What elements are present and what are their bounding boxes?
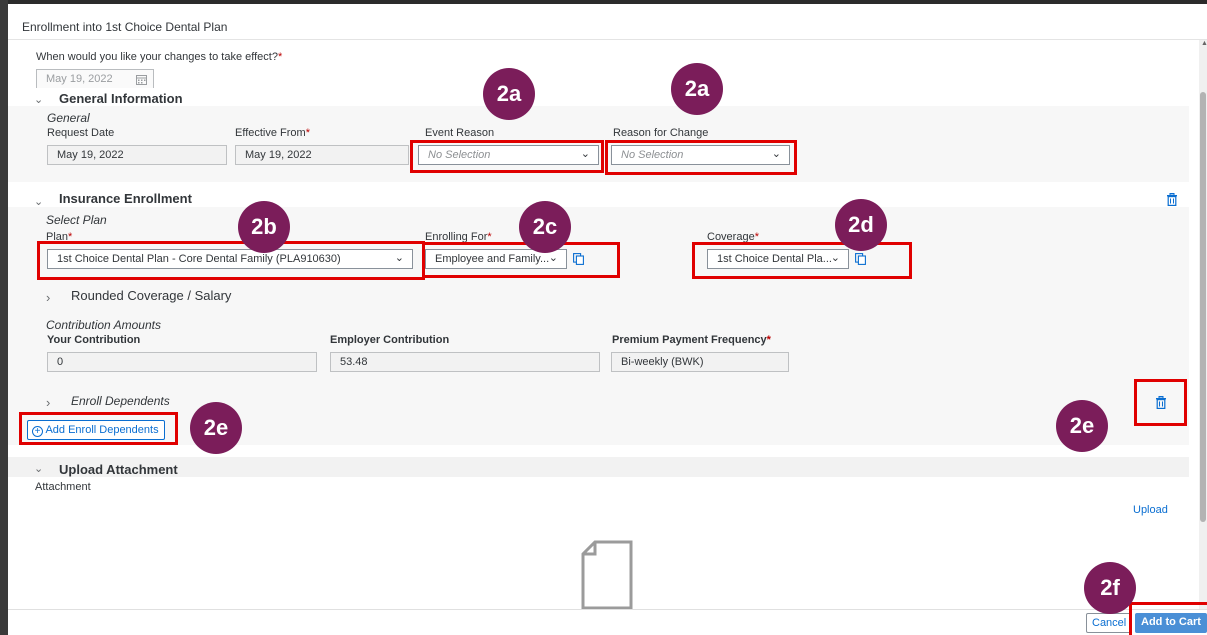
- highlight-coverage: [692, 242, 912, 279]
- your-contribution-field: 0: [47, 352, 317, 372]
- callout-badge: 2e: [190, 402, 242, 454]
- scroll-up-arrow-icon[interactable]: ▲: [1201, 40, 1207, 47]
- callout-badge: 2c: [519, 201, 571, 253]
- callout-badge: 2a: [483, 68, 535, 120]
- chevron-right-icon[interactable]: ›: [46, 395, 50, 410]
- select-plan-title: Select Plan: [46, 213, 107, 227]
- callout-badge: 2b: [238, 201, 290, 253]
- cancel-button[interactable]: Cancel: [1086, 613, 1133, 633]
- request-date-label: Request Date: [47, 127, 115, 139]
- highlight-enrolling-for: [422, 242, 620, 278]
- highlight-plan: [37, 241, 425, 280]
- effective-from-field: May 19, 2022: [235, 145, 409, 165]
- scrollbar-track[interactable]: [1199, 40, 1207, 610]
- highlight-add-dependents: [19, 412, 178, 445]
- highlight-reason-change: [605, 140, 797, 175]
- contribution-title: Contribution Amounts: [46, 318, 161, 332]
- rounded-coverage-toggle[interactable]: Rounded Coverage / Salary: [71, 288, 231, 303]
- general-info-header[interactable]: General Information: [59, 91, 183, 106]
- chevron-down-icon[interactable]: ⌄: [34, 93, 43, 106]
- chevron-down-icon[interactable]: ⌄: [34, 462, 43, 475]
- calendar-icon[interactable]: [136, 74, 147, 85]
- empty-document-icon: [581, 540, 633, 610]
- premium-frequency-field: Bi-weekly (BWK): [611, 352, 789, 372]
- general-group-title: General: [47, 111, 90, 125]
- dialog-footer: [8, 609, 1207, 635]
- callout-badge: 2e: [1056, 400, 1108, 452]
- callout-badge: 2a: [671, 63, 723, 115]
- upload-link[interactable]: Upload: [1133, 504, 1168, 516]
- attachment-label: Attachment: [35, 481, 91, 493]
- effective-date-question: When would you like your changes to take…: [36, 51, 283, 63]
- callout-badge: 2f: [1084, 562, 1136, 614]
- effective-from-label: Effective From*: [235, 127, 310, 139]
- scrollbar-thumb[interactable]: [1200, 92, 1206, 522]
- highlight-trash: [1134, 379, 1187, 426]
- event-reason-label: Event Reason: [425, 127, 495, 139]
- upload-header-band: [8, 457, 1189, 477]
- insurance-enrollment-header[interactable]: Insurance Enrollment: [59, 191, 192, 206]
- reason-change-label: Reason for Change: [613, 127, 709, 139]
- callout-badge: 2d: [835, 199, 887, 251]
- request-date-field: May 19, 2022: [47, 145, 227, 165]
- your-contribution-label: Your Contribution: [47, 334, 141, 346]
- dialog-title-bar: Enrollment into 1st Choice Dental Plan: [8, 0, 1207, 40]
- upload-attachment-header[interactable]: Upload Attachment: [59, 462, 178, 477]
- trash-icon[interactable]: [1166, 193, 1178, 206]
- dialog-title: Enrollment into 1st Choice Dental Plan: [22, 20, 228, 34]
- effective-date-input[interactable]: May 19, 2022: [36, 69, 154, 89]
- employer-contribution-field: 53.48: [330, 352, 600, 372]
- highlight-add-to-cart: [1129, 602, 1207, 635]
- highlight-event-reason: [410, 140, 604, 173]
- employer-contribution-label: Employer Contribution: [330, 334, 450, 346]
- premium-frequency-label: Premium Payment Frequency*: [612, 334, 771, 346]
- chevron-right-icon[interactable]: ›: [46, 290, 50, 305]
- enroll-dependents-toggle[interactable]: Enroll Dependents: [71, 394, 170, 408]
